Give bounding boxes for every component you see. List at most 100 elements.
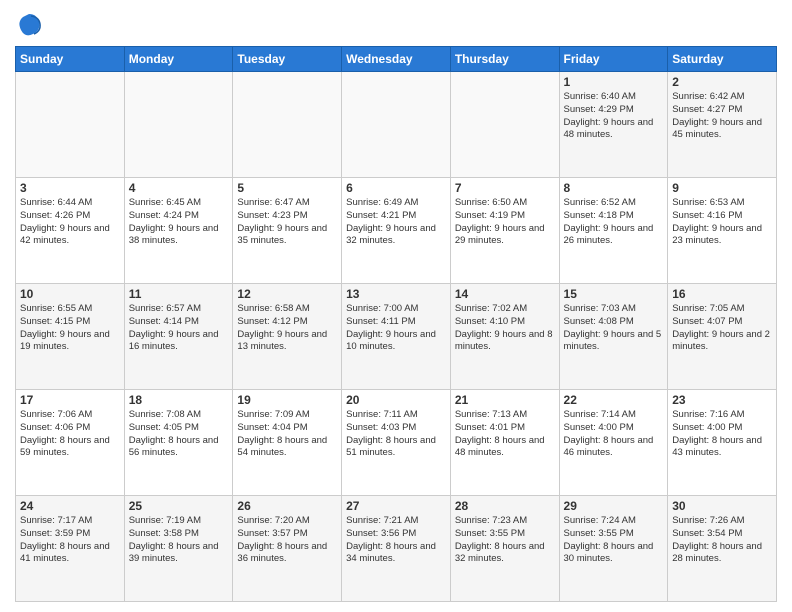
day-number: 20: [346, 393, 446, 407]
calendar-week-row: 17 Sunrise: 7:06 AM Sunset: 4:06 PM Dayli…: [16, 390, 777, 496]
calendar-cell: 3 Sunrise: 6:44 AM Sunset: 4:26 PM Daylig…: [16, 178, 125, 284]
calendar-cell: 23Sunrise: 7:16 AM Sunset: 4:00 PM Dayli…: [668, 390, 777, 496]
day-info: Sunrise: 7:13 AM Sunset: 4:01 PM Dayligh…: [455, 409, 555, 460]
calendar-day-header: Tuesday: [233, 47, 342, 72]
calendar-day-header: Monday: [124, 47, 233, 72]
day-info: Sunrise: 7:06 AM Sunset: 4:06 PM Dayligh…: [20, 409, 120, 460]
day-number: 7: [455, 181, 555, 195]
day-info: Sunrise: 7:03 AM Sunset: 4:08 PM Dayligh…: [564, 303, 664, 354]
day-number: 1: [564, 75, 664, 89]
calendar-day-header: Sunday: [16, 47, 125, 72]
day-number: 28: [455, 499, 555, 513]
calendar-cell: 17 Sunrise: 7:06 AM Sunset: 4:06 PM Dayli…: [16, 390, 125, 496]
day-info: Sunrise: 7:11 AM Sunset: 4:03 PM Dayligh…: [346, 409, 446, 460]
day-info: Sunrise: 6:40 AM Sunset: 4:29 PM Dayligh…: [564, 91, 664, 142]
day-number: 21: [455, 393, 555, 407]
calendar-cell: 4 Sunrise: 6:45 AM Sunset: 4:24 PM Daylig…: [124, 178, 233, 284]
calendar-cell: 18 Sunrise: 7:08 AM Sunset: 4:05 PM Dayli…: [124, 390, 233, 496]
logo: [15, 10, 47, 38]
day-number: 14: [455, 287, 555, 301]
calendar-cell: 25 Sunrise: 7:19 AM Sunset: 3:58 PM Dayli…: [124, 496, 233, 602]
day-number: 27: [346, 499, 446, 513]
day-number: 26: [237, 499, 337, 513]
calendar-cell: [16, 72, 125, 178]
calendar-cell: 12 Sunrise: 6:58 AM Sunset: 4:12 PM Dayli…: [233, 284, 342, 390]
calendar-cell: 13 Sunrise: 7:00 AM Sunset: 4:11 PM Dayli…: [342, 284, 451, 390]
day-number: 16: [672, 287, 772, 301]
calendar-week-row: 3 Sunrise: 6:44 AM Sunset: 4:26 PM Daylig…: [16, 178, 777, 284]
day-info: Sunrise: 7:21 AM Sunset: 3:56 PM Dayligh…: [346, 515, 446, 566]
day-info: Sunrise: 7:00 AM Sunset: 4:11 PM Dayligh…: [346, 303, 446, 354]
day-number: 4: [129, 181, 229, 195]
calendar-cell: [124, 72, 233, 178]
day-number: 15: [564, 287, 664, 301]
day-info: Sunrise: 7:23 AM Sunset: 3:55 PM Dayligh…: [455, 515, 555, 566]
calendar-cell: 24 Sunrise: 7:17 AM Sunset: 3:59 PM Dayli…: [16, 496, 125, 602]
day-info: Sunrise: 6:47 AM Sunset: 4:23 PM Dayligh…: [237, 197, 337, 248]
calendar-week-row: 24 Sunrise: 7:17 AM Sunset: 3:59 PM Dayli…: [16, 496, 777, 602]
calendar-cell: 28 Sunrise: 7:23 AM Sunset: 3:55 PM Dayli…: [450, 496, 559, 602]
day-info: Sunrise: 6:58 AM Sunset: 4:12 PM Dayligh…: [237, 303, 337, 354]
day-number: 23: [672, 393, 772, 407]
calendar-cell: 6 Sunrise: 6:49 AM Sunset: 4:21 PM Daylig…: [342, 178, 451, 284]
calendar-cell: 20 Sunrise: 7:11 AM Sunset: 4:03 PM Dayli…: [342, 390, 451, 496]
day-number: 13: [346, 287, 446, 301]
day-info: Sunrise: 6:44 AM Sunset: 4:26 PM Dayligh…: [20, 197, 120, 248]
day-info: Sunrise: 7:05 AM Sunset: 4:07 PM Dayligh…: [672, 303, 772, 354]
calendar-cell: 22 Sunrise: 7:14 AM Sunset: 4:00 PM Dayli…: [559, 390, 668, 496]
day-number: 30: [672, 499, 772, 513]
calendar-cell: [450, 72, 559, 178]
calendar-cell: [342, 72, 451, 178]
day-number: 18: [129, 393, 229, 407]
day-info: Sunrise: 6:52 AM Sunset: 4:18 PM Dayligh…: [564, 197, 664, 248]
calendar-cell: 8 Sunrise: 6:52 AM Sunset: 4:18 PM Daylig…: [559, 178, 668, 284]
calendar-cell: 11 Sunrise: 6:57 AM Sunset: 4:14 PM Dayli…: [124, 284, 233, 390]
day-number: 25: [129, 499, 229, 513]
day-number: 11: [129, 287, 229, 301]
day-number: 3: [20, 181, 120, 195]
day-number: 12: [237, 287, 337, 301]
day-info: Sunrise: 7:02 AM Sunset: 4:10 PM Dayligh…: [455, 303, 555, 354]
header: [15, 10, 777, 38]
day-info: Sunrise: 6:49 AM Sunset: 4:21 PM Dayligh…: [346, 197, 446, 248]
day-info: Sunrise: 7:24 AM Sunset: 3:55 PM Dayligh…: [564, 515, 664, 566]
day-info: Sunrise: 6:53 AM Sunset: 4:16 PM Dayligh…: [672, 197, 772, 248]
calendar-day-header: Friday: [559, 47, 668, 72]
calendar-cell: 7 Sunrise: 6:50 AM Sunset: 4:19 PM Daylig…: [450, 178, 559, 284]
calendar-table: SundayMondayTuesdayWednesdayThursdayFrid…: [15, 46, 777, 602]
calendar-cell: [233, 72, 342, 178]
calendar-cell: 29 Sunrise: 7:24 AM Sunset: 3:55 PM Dayli…: [559, 496, 668, 602]
calendar-cell: 30Sunrise: 7:26 AM Sunset: 3:54 PM Dayli…: [668, 496, 777, 602]
day-number: 5: [237, 181, 337, 195]
calendar-cell: 9 Sunrise: 6:53 AM Sunset: 4:16 PM Daylig…: [668, 178, 777, 284]
day-info: Sunrise: 6:57 AM Sunset: 4:14 PM Dayligh…: [129, 303, 229, 354]
calendar-cell: 1 Sunrise: 6:40 AM Sunset: 4:29 PM Daylig…: [559, 72, 668, 178]
day-info: Sunrise: 6:55 AM Sunset: 4:15 PM Dayligh…: [20, 303, 120, 354]
calendar-day-header: Wednesday: [342, 47, 451, 72]
day-info: Sunrise: 7:19 AM Sunset: 3:58 PM Dayligh…: [129, 515, 229, 566]
calendar-day-header: Saturday: [668, 47, 777, 72]
day-number: 6: [346, 181, 446, 195]
day-number: 8: [564, 181, 664, 195]
day-info: Sunrise: 7:14 AM Sunset: 4:00 PM Dayligh…: [564, 409, 664, 460]
calendar-cell: 19Sunrise: 7:09 AM Sunset: 4:04 PM Dayli…: [233, 390, 342, 496]
day-number: 17: [20, 393, 120, 407]
logo-icon: [15, 10, 43, 38]
day-number: 29: [564, 499, 664, 513]
day-info: Sunrise: 7:08 AM Sunset: 4:05 PM Dayligh…: [129, 409, 229, 460]
calendar-week-row: 10 Sunrise: 6:55 AM Sunset: 4:15 PM Dayli…: [16, 284, 777, 390]
calendar-cell: 2Sunrise: 6:42 AM Sunset: 4:27 PM Daylig…: [668, 72, 777, 178]
day-info: Sunrise: 7:17 AM Sunset: 3:59 PM Dayligh…: [20, 515, 120, 566]
day-info: Sunrise: 7:20 AM Sunset: 3:57 PM Dayligh…: [237, 515, 337, 566]
calendar-cell: 10 Sunrise: 6:55 AM Sunset: 4:15 PM Dayli…: [16, 284, 125, 390]
calendar-week-row: 1 Sunrise: 6:40 AM Sunset: 4:29 PM Daylig…: [16, 72, 777, 178]
day-number: 19: [237, 393, 337, 407]
page: SundayMondayTuesdayWednesdayThursdayFrid…: [0, 0, 792, 612]
day-info: Sunrise: 6:50 AM Sunset: 4:19 PM Dayligh…: [455, 197, 555, 248]
day-number: 22: [564, 393, 664, 407]
day-info: Sunrise: 6:45 AM Sunset: 4:24 PM Dayligh…: [129, 197, 229, 248]
day-number: 9: [672, 181, 772, 195]
day-number: 10: [20, 287, 120, 301]
calendar-cell: 14 Sunrise: 7:02 AM Sunset: 4:10 PM Dayli…: [450, 284, 559, 390]
day-number: 24: [20, 499, 120, 513]
